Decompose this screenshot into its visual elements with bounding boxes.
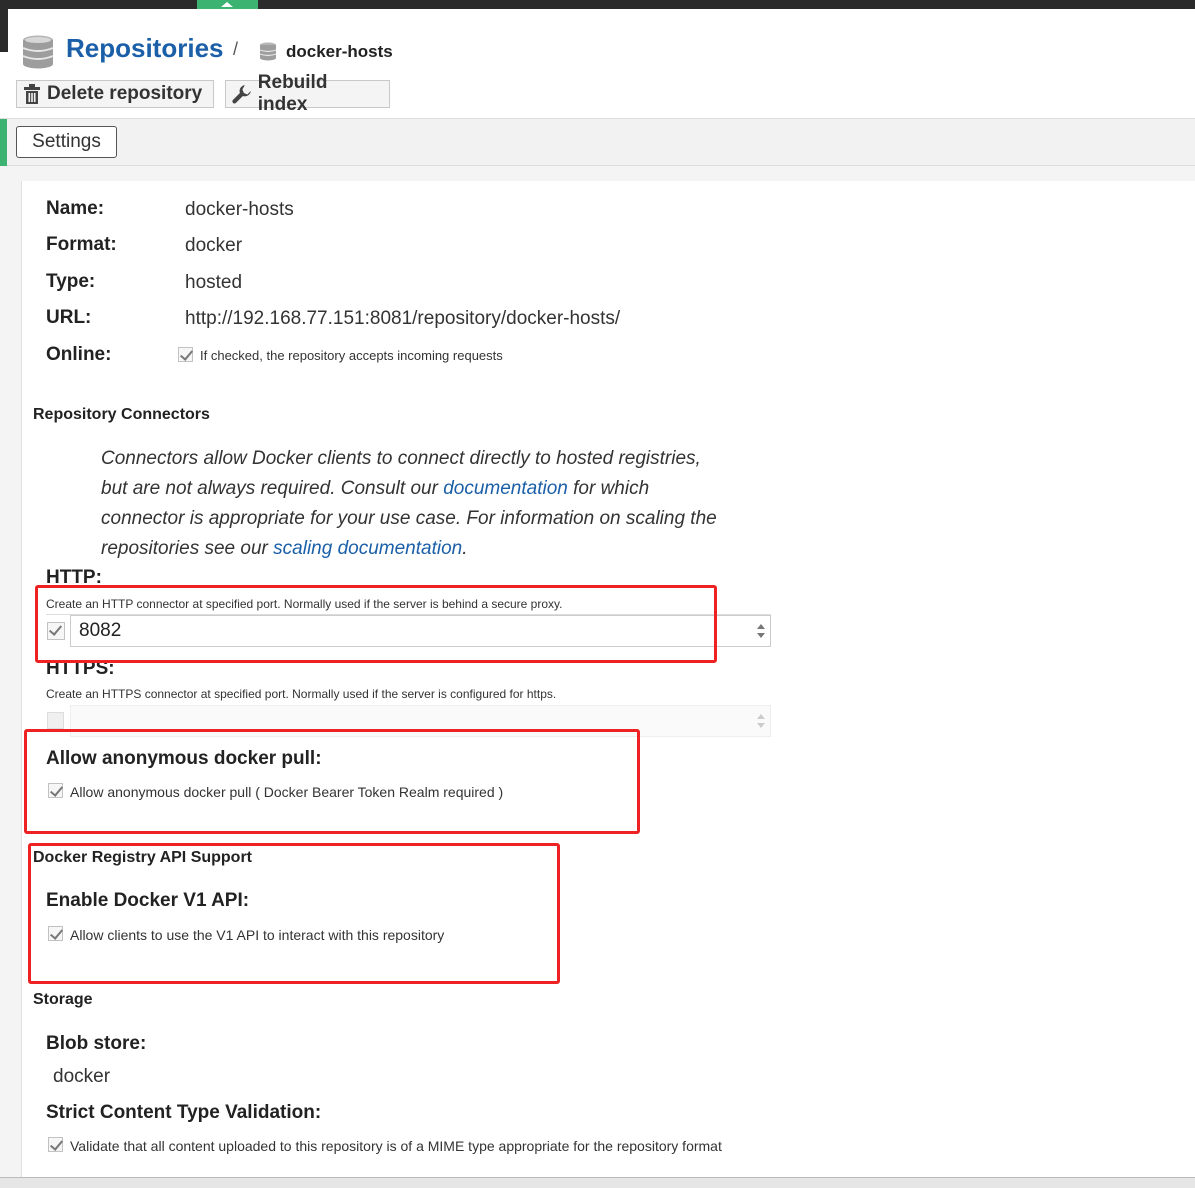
rebuild-index-label: Rebuild index (257, 72, 328, 115)
format-label: Format: (46, 234, 117, 255)
strict-validation-checkbox[interactable] (48, 1137, 63, 1152)
highlight-box-anonymous (24, 729, 640, 834)
blob-store-label: Blob store: (46, 1033, 147, 1054)
delete-repository-label: Delete repository (47, 83, 203, 104)
delete-repository-button[interactable]: Delete repository (16, 80, 214, 108)
trash-icon (24, 84, 40, 104)
spinner-icon[interactable] (756, 622, 766, 640)
type-label: Type: (46, 271, 96, 292)
strict-validation-label: Strict Content Type Validation: (46, 1102, 322, 1123)
rebuild-index-button[interactable]: Rebuild index (225, 72, 390, 115)
url-value: http://192.168.77.151:8081/repository/do… (185, 308, 621, 329)
url-label: URL: (46, 307, 92, 328)
spinner-icon[interactable] (756, 712, 766, 730)
blob-store-value: docker (53, 1066, 111, 1087)
page-title[interactable]: Repositories (66, 33, 224, 64)
active-nav-tab[interactable] (197, 0, 258, 9)
bottom-scrollbar[interactable] (0, 1177, 1195, 1188)
page-header: Repositories / docker-hosts (0, 9, 1195, 76)
strict-validation-help: Validate that all content uploaded to th… (70, 1138, 722, 1154)
database-icon (22, 35, 54, 69)
breadcrumb-current: docker-hosts (286, 42, 393, 61)
database-icon (259, 42, 277, 61)
connectors-description: Connectors allow Docker clients to conne… (101, 444, 721, 564)
storage-section-title: Storage (33, 991, 93, 1008)
name-value: docker-hosts (185, 199, 294, 220)
left-edge-strip (0, 9, 8, 52)
wrench-icon (232, 85, 251, 104)
format-value: docker (185, 235, 243, 256)
scaling-documentation-link[interactable]: scaling documentation (273, 538, 462, 559)
tab-bar: Settings (0, 118, 1195, 166)
type-value: hosted (185, 272, 243, 293)
documentation-link[interactable]: documentation (443, 478, 568, 499)
https-checkbox[interactable] (47, 712, 64, 729)
online-checkbox[interactable] (178, 347, 193, 362)
tab-accent-bar (0, 119, 7, 166)
https-help-text: Create an HTTPS connector at specified p… (46, 687, 557, 701)
online-label: Online: (46, 344, 112, 365)
online-help-text: If checked, the repository accepts incom… (200, 348, 503, 363)
settings-panel (21, 181, 1195, 1177)
name-label: Name: (46, 198, 105, 219)
highlight-box-http (35, 585, 717, 663)
highlight-box-api (28, 843, 560, 984)
breadcrumb-separator: / (233, 39, 239, 59)
connectors-section-title: Repository Connectors (33, 406, 210, 423)
toolbar: Delete repository Rebuild index (0, 72, 1195, 118)
connectors-description-text: . (462, 538, 468, 559)
top-navigation-bar (0, 0, 1195, 9)
tab-settings[interactable]: Settings (16, 126, 117, 158)
